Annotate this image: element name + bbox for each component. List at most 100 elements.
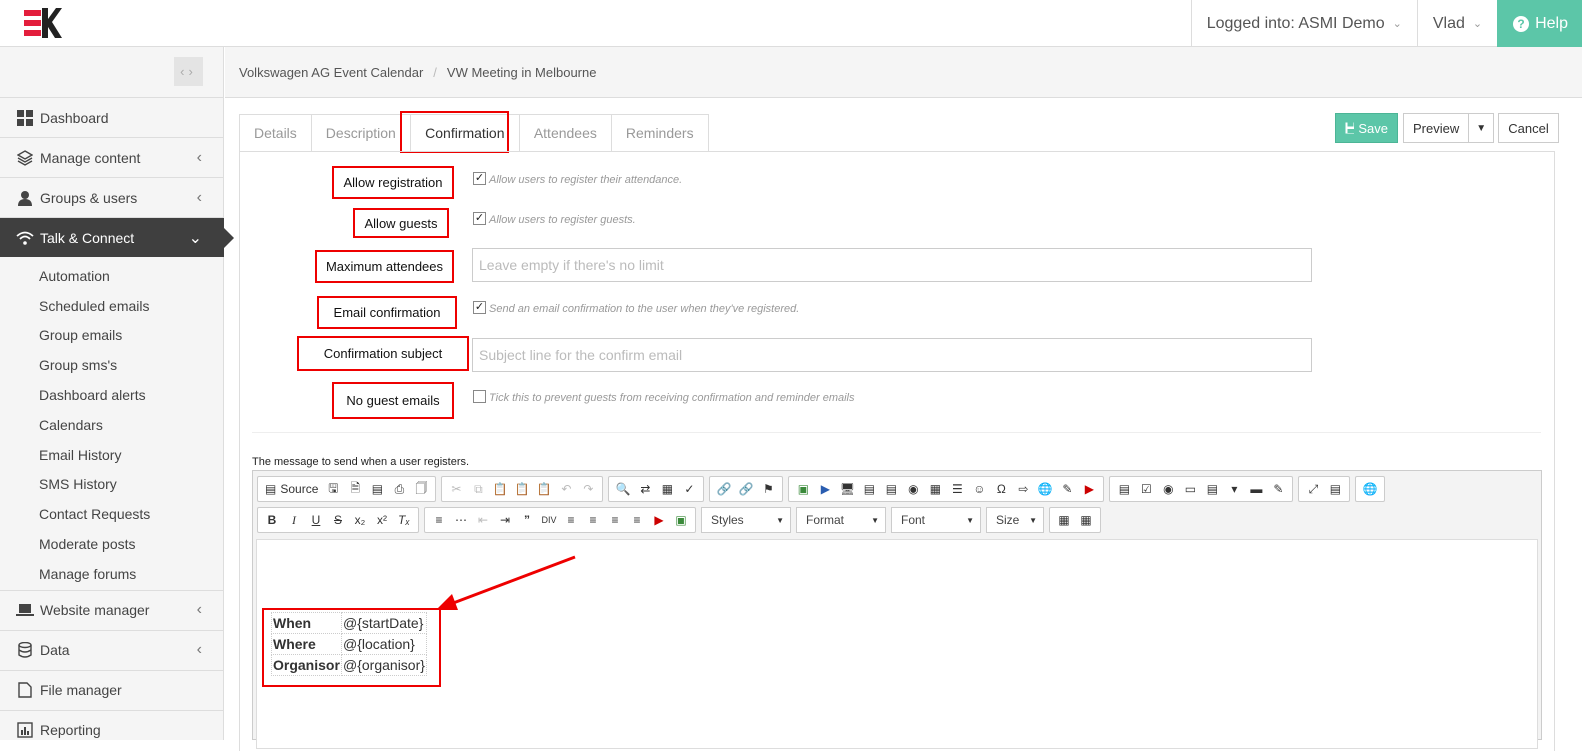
strikethrough-icon[interactable]: S — [327, 509, 349, 531]
confirmation-subject-input[interactable] — [472, 338, 1312, 372]
text-color-icon[interactable]: ▦ — [1053, 509, 1075, 531]
youtube-icon[interactable]: ▶ — [1078, 478, 1100, 500]
font-dropdown[interactable]: Font ▼ — [891, 507, 981, 533]
globe-icon[interactable]: 🌐 — [1034, 478, 1056, 500]
button-icon[interactable]: ▬ — [1245, 478, 1267, 500]
redo-icon[interactable]: ↷ — [577, 478, 599, 500]
sidebar-item-reporting[interactable]: Reporting — [0, 709, 224, 750]
align-left-icon[interactable]: ≡ — [560, 509, 582, 531]
new-page-icon[interactable]: 🗎 — [344, 478, 366, 500]
map-icon[interactable]: ▣ — [670, 509, 692, 531]
sidebar-item-file-manager[interactable]: File manager — [0, 669, 224, 710]
templates-icon[interactable]: ▤ — [366, 478, 388, 500]
sidebar-item-groups-users[interactable]: Groups & users ‹ — [0, 177, 224, 217]
indent-icon[interactable]: ⇥ — [494, 509, 516, 531]
save-button[interactable]: Save — [1335, 113, 1398, 143]
preview-dropdown-toggle[interactable]: ▼ — [1469, 113, 1495, 143]
spellcheck-icon[interactable]: ✓ — [678, 478, 700, 500]
document-icon[interactable]: 🗍 — [410, 478, 432, 500]
textfield-icon[interactable]: ▭ — [1179, 478, 1201, 500]
submenu-item-group-sms[interactable]: Group sms's — [0, 350, 224, 380]
size-dropdown[interactable]: Size ▼ — [986, 507, 1044, 533]
image-button-icon[interactable]: ✎ — [1267, 478, 1289, 500]
underline-icon[interactable]: U — [305, 509, 327, 531]
submenu-item-moderate-posts[interactable]: Moderate posts — [0, 529, 224, 559]
tab-reminders[interactable]: Reminders — [610, 114, 709, 152]
styles-dropdown[interactable]: Styles ▼ — [701, 507, 791, 533]
replace-icon[interactable]: ⇄ — [634, 478, 656, 500]
textarea-icon[interactable]: ▤ — [1201, 478, 1223, 500]
tab-details[interactable]: Details — [239, 114, 311, 152]
monitor-icon[interactable]: 🖥 — [836, 478, 858, 500]
account-dropdown[interactable]: Logged into: ASMI Demo ⌄ — [1190, 0, 1417, 47]
source-button[interactable]: ▤ Source — [261, 482, 322, 496]
horizontal-rule-icon[interactable]: ☰ — [946, 478, 968, 500]
submenu-item-sms-history[interactable]: SMS History — [0, 470, 224, 500]
page-break-icon[interactable]: ⇨ — [1012, 478, 1034, 500]
iframe-icon[interactable]: ▤ — [880, 478, 902, 500]
breadcrumb-item[interactable]: Volkswagen AG Event Calendar — [239, 65, 423, 80]
unlink-icon[interactable]: 🔗 — [735, 478, 757, 500]
submenu-item-dashboard-alerts[interactable]: Dashboard alerts — [0, 380, 224, 410]
anchor-flag-icon[interactable]: ⚑ — [757, 478, 779, 500]
justify-icon[interactable]: ≡ — [626, 509, 648, 531]
form-icon[interactable]: ▤ — [1113, 478, 1135, 500]
find-icon[interactable]: 🔍 — [612, 478, 634, 500]
copy-icon[interactable]: ⧉ — [467, 478, 489, 500]
bulleted-list-icon[interactable]: ⋯ — [450, 509, 472, 531]
align-center-icon[interactable]: ≡ — [582, 509, 604, 531]
cancel-button[interactable]: Cancel — [1498, 113, 1559, 143]
submenu-item-manage-forums[interactable]: Manage forums — [0, 559, 224, 589]
sidebar-item-dashboard[interactable]: Dashboard — [0, 97, 224, 137]
numbered-list-icon[interactable]: ≡ — [428, 509, 450, 531]
subscript-icon[interactable]: x₂ — [349, 509, 371, 531]
align-right-icon[interactable]: ≡ — [604, 509, 626, 531]
preview-button[interactable]: Preview — [1403, 113, 1470, 143]
select-icon[interactable]: ▾ — [1223, 478, 1245, 500]
event-details-table[interactable]: When @{startDate} Where @{location} Orga… — [271, 612, 427, 676]
submenu-item-automation[interactable]: Automation — [0, 261, 224, 291]
picture-icon[interactable]: ▤ — [858, 478, 880, 500]
maximize-icon[interactable]: ⤢ — [1302, 478, 1324, 500]
sidebar-item-data[interactable]: Data ‹ — [0, 629, 224, 670]
checkbox-icon[interactable]: ☑ — [1135, 478, 1157, 500]
bold-icon[interactable]: B — [261, 509, 283, 531]
blockquote-icon[interactable]: ” — [516, 509, 538, 531]
submenu-item-email-history[interactable]: Email History — [0, 440, 224, 470]
background-color-icon[interactable]: ▦ — [1075, 509, 1097, 531]
remove-format-icon[interactable]: Tₓ — [393, 509, 415, 531]
select-all-icon[interactable]: ▦ — [656, 478, 678, 500]
about-globe-icon[interactable]: 🌐 — [1359, 478, 1381, 500]
paste-icon[interactable]: 📋 — [489, 478, 511, 500]
table-icon[interactable]: ▦ — [924, 478, 946, 500]
sidebar-item-manage-content[interactable]: Manage content ‹ — [0, 137, 224, 177]
submenu-item-group-emails[interactable]: Group emails — [0, 321, 224, 351]
save-doc-icon[interactable]: 🖫 — [322, 478, 344, 500]
image-icon[interactable]: ▣ — [792, 478, 814, 500]
email-confirmation-checkbox[interactable]: ✓ — [473, 301, 486, 314]
help-button[interactable]: ? Help — [1497, 0, 1582, 47]
submenu-item-contact-requests[interactable]: Contact Requests — [0, 499, 224, 529]
cut-icon[interactable]: ✂ — [445, 478, 467, 500]
smiley-icon[interactable]: ☺ — [968, 478, 990, 500]
radio-icon[interactable]: ◉ — [1157, 478, 1179, 500]
div-icon[interactable]: DIV — [538, 509, 560, 531]
omega-icon[interactable]: Ω — [990, 478, 1012, 500]
tab-attendees[interactable]: Attendees — [518, 114, 611, 152]
submenu-item-scheduled-emails[interactable]: Scheduled emails — [0, 291, 224, 321]
no-guest-emails-checkbox[interactable] — [473, 390, 486, 403]
user-dropdown[interactable]: Vlad ⌄ — [1416, 0, 1497, 47]
flash-icon[interactable]: ◉ — [902, 478, 924, 500]
max-attendees-input[interactable] — [472, 248, 1312, 282]
video-icon[interactable]: ▶ — [814, 478, 836, 500]
allow-registration-checkbox[interactable]: ✓ — [473, 172, 486, 185]
format-dropdown[interactable]: Format ▼ — [796, 507, 886, 533]
link-icon[interactable]: 🔗 — [713, 478, 735, 500]
paste-word-icon[interactable]: 📋 — [533, 478, 555, 500]
outdent-icon[interactable]: ⇤ — [472, 509, 494, 531]
print-icon[interactable]: ⎙ — [388, 478, 410, 500]
collapse-sidebar-button[interactable]: ‹› — [174, 57, 203, 86]
sidebar-item-website-manager[interactable]: Website manager ‹ — [0, 589, 224, 630]
youtube-insert-icon[interactable]: ▶ — [648, 509, 670, 531]
logo-icon[interactable] — [22, 8, 62, 38]
